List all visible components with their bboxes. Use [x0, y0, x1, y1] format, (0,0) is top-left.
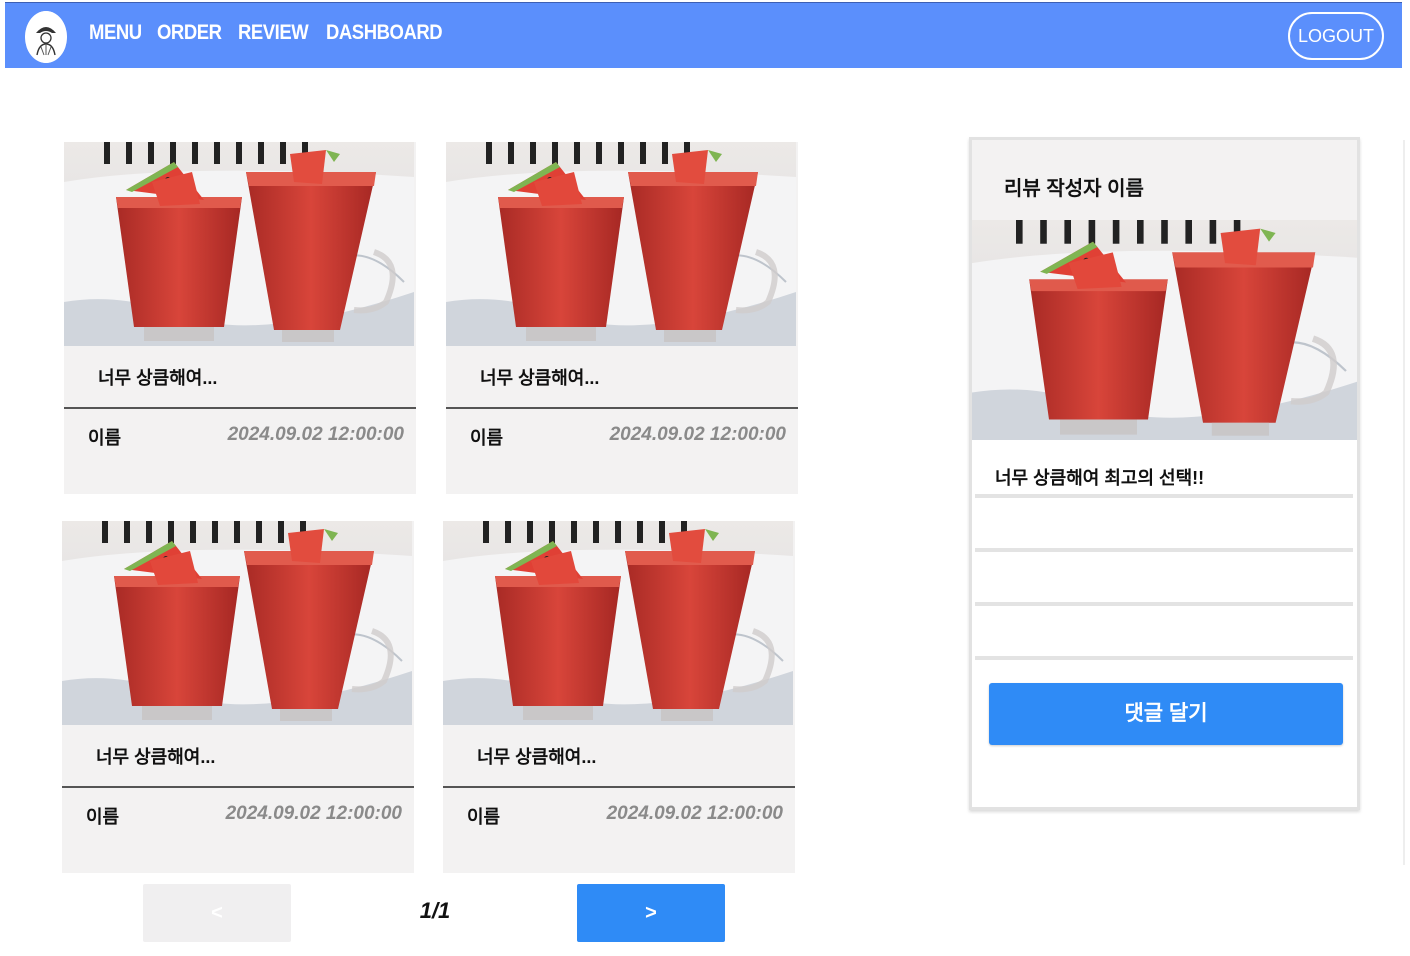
- review-photo: [64, 142, 414, 346]
- review-author: 이름: [470, 428, 504, 448]
- review-title: 너무 상큼해여...: [477, 747, 597, 767]
- review-date: 2024.09.02 12:00:00: [227, 424, 404, 445]
- review-author: 이름: [86, 807, 120, 827]
- nav-review[interactable]: REVIEW: [238, 21, 309, 45]
- comment-divider: [975, 656, 1353, 660]
- review-detail-panel: 리뷰 작성자 이름 너무 상큼해여 최고의 선택!! 댓글 달기: [969, 137, 1360, 810]
- review-title: 너무 상큼해여...: [480, 368, 600, 388]
- comment-divider: [975, 548, 1353, 552]
- card-divider: [64, 407, 416, 409]
- detail-content: 너무 상큼해여 최고의 선택!!: [995, 468, 1205, 488]
- detail-author: 리뷰 작성자 이름: [1004, 178, 1144, 200]
- review-card[interactable]: 너무 상큼해여... 이름 2024.09.02 12:00:00: [62, 521, 414, 873]
- logo-icon[interactable]: [25, 11, 67, 63]
- review-title: 너무 상큼해여...: [98, 368, 218, 388]
- next-page-button[interactable]: >: [577, 884, 725, 942]
- nav-links: MENU ORDER REVIEW DASHBOARD: [89, 21, 448, 45]
- review-title: 너무 상큼해여...: [96, 747, 216, 767]
- prev-page-button[interactable]: <: [143, 884, 291, 942]
- review-card[interactable]: 너무 상큼해여... 이름 2024.09.02 12:00:00: [443, 521, 795, 873]
- nav-menu[interactable]: MENU: [89, 21, 142, 45]
- review-author: 이름: [467, 807, 501, 827]
- scroll-edge: [1403, 140, 1405, 865]
- detail-photo: [972, 220, 1357, 440]
- review-date: 2024.09.02 12:00:00: [609, 424, 786, 445]
- card-divider: [62, 786, 414, 788]
- review-photo: [62, 521, 412, 725]
- add-comment-button[interactable]: 댓글 달기: [989, 683, 1343, 745]
- review-card[interactable]: 너무 상큼해여... 이름 2024.09.02 12:00:00: [446, 142, 798, 494]
- review-card[interactable]: 너무 상큼해여... 이름 2024.09.02 12:00:00: [64, 142, 416, 494]
- logout-button[interactable]: LOGOUT: [1288, 12, 1384, 60]
- review-date: 2024.09.02 12:00:00: [606, 803, 783, 824]
- detail-header: 리뷰 작성자 이름: [972, 140, 1357, 220]
- review-date: 2024.09.02 12:00:00: [225, 803, 402, 824]
- page-indicator: 1/1: [419, 898, 451, 923]
- review-photo: [443, 521, 793, 725]
- card-divider: [446, 407, 798, 409]
- nav-order[interactable]: ORDER: [157, 21, 222, 45]
- nav-dashboard[interactable]: DASHBOARD: [326, 21, 443, 45]
- comment-divider: [975, 494, 1353, 498]
- card-divider: [443, 786, 795, 788]
- comment-divider: [975, 602, 1353, 606]
- review-author: 이름: [88, 428, 122, 448]
- top-navbar: MENU ORDER REVIEW DASHBOARD LOGOUT: [5, 2, 1402, 68]
- review-photo: [446, 142, 796, 346]
